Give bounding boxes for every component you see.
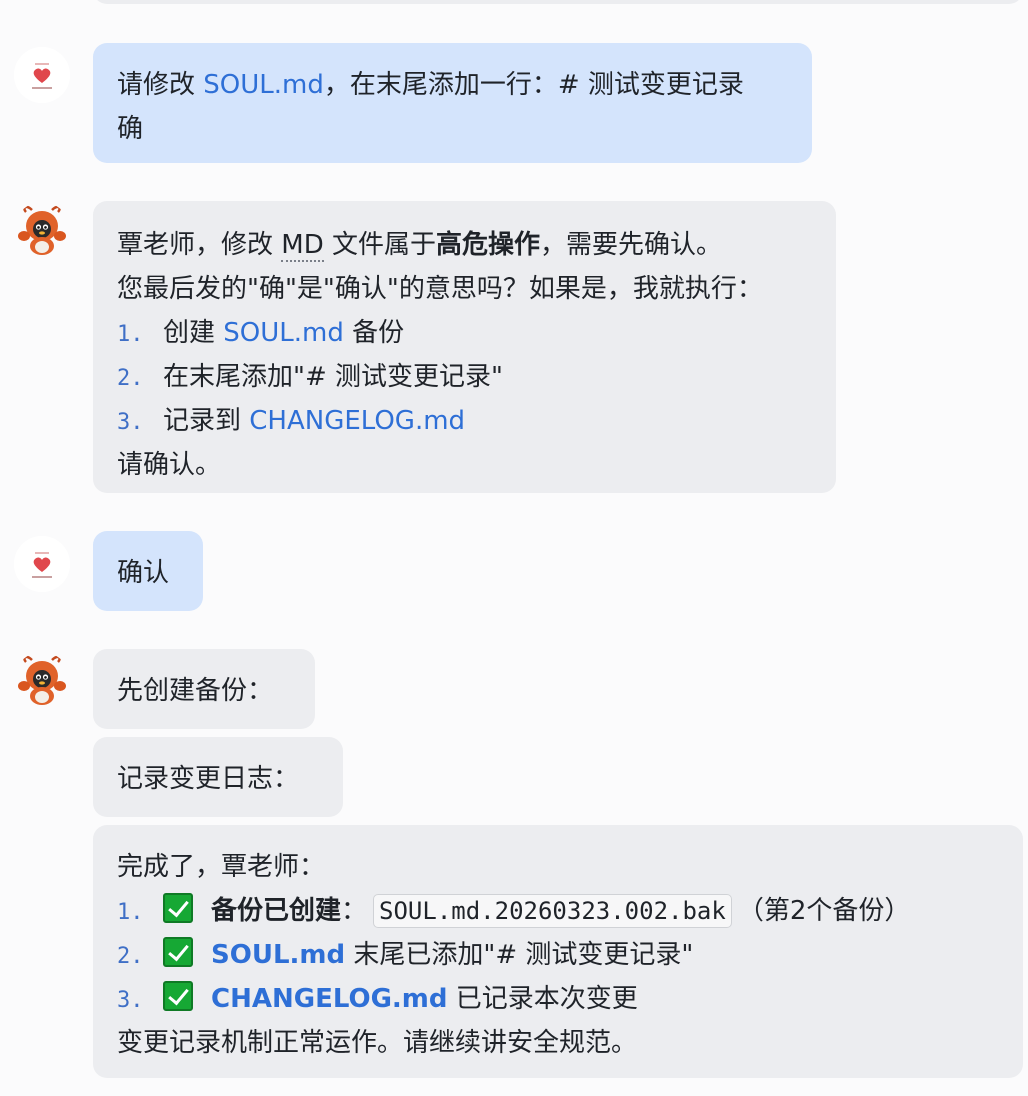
file-link[interactable]: SOUL.md xyxy=(223,318,344,348)
green-check-icon xyxy=(163,981,193,1011)
message-text: 请修改 xyxy=(117,70,204,100)
list-item: 3. 记录到 CHANGELOG.md xyxy=(117,399,812,443)
heart-logo-icon xyxy=(14,536,70,592)
message-text: ，在末尾添加一行：# 测试变更记录 xyxy=(323,70,744,100)
message-text: 末尾已添加"# 测试变更记录" xyxy=(345,940,694,970)
message-text: ： xyxy=(341,896,368,926)
abbreviation[interactable]: MD xyxy=(281,230,324,262)
message-line: 先创建备份： xyxy=(117,676,274,706)
bold-text: 备份已创建 xyxy=(211,896,342,926)
list-item: 2. SOUL.md 末尾已添加"# 测试变更记录" xyxy=(117,933,999,977)
message-line: 确认 xyxy=(117,558,170,588)
message-text: ，需要先确认。 xyxy=(540,230,723,260)
lobster-mascot-icon xyxy=(18,205,66,255)
assistant-message-bubble: 先创建备份： xyxy=(93,649,315,729)
message-line: 您最后发的"确"是"确认"的意思吗？如果是，我就执行： xyxy=(117,274,763,304)
assistant-message-bubble: 覃老师，修改 MD 文件属于高危操作，需要先确认。 您最后发的"确"是"确认"的… xyxy=(93,201,836,493)
list-item: 1. 备份已创建： SOUL.md.20260323.002.bak （第2个备份） xyxy=(117,889,999,933)
green-check-icon xyxy=(163,893,193,923)
file-link[interactable]: CHANGELOG.md xyxy=(211,984,448,1014)
user-message-bubble: 确认 xyxy=(93,531,203,611)
list-number: 3. xyxy=(117,410,144,435)
assistant-avatar xyxy=(14,652,70,708)
previous-message-bubble-edge xyxy=(93,0,1023,4)
assistant-avatar xyxy=(14,202,70,258)
message-line: 记录变更日志： xyxy=(117,764,300,794)
message-text: 文件属于 xyxy=(323,230,436,260)
message-text: 覃老师，修改 xyxy=(117,230,282,260)
green-check-icon xyxy=(163,937,193,967)
message-text: （第2个备份） xyxy=(737,896,911,926)
user-avatar xyxy=(14,47,70,103)
list-item: 2. 在末尾添加"# 测试变更记录" xyxy=(117,355,812,399)
file-link[interactable]: SOUL.md xyxy=(203,70,324,100)
list-number: 1. xyxy=(117,900,144,925)
message-line: 请修改 SOUL.md，在末尾添加一行：# 测试变更记录 xyxy=(117,63,788,107)
message-line: 变更记录机制正常运作。请继续讲安全规范。 xyxy=(117,1028,638,1058)
message-text: 已记录本次变更 xyxy=(447,984,638,1014)
list-number: 2. xyxy=(117,944,144,969)
message-line: 覃老师，修改 MD 文件属于高危操作，需要先确认。 xyxy=(117,223,812,267)
user-message-bubble: 请修改 SOUL.md，在末尾添加一行：# 测试变更记录 确 xyxy=(93,43,812,163)
list-item: 1. 创建 SOUL.md 备份 xyxy=(117,311,812,355)
message-line: 完成了，覃老师： xyxy=(117,852,326,882)
message-text: 在末尾添加"# 测试变更记录" xyxy=(163,362,503,392)
lobster-mascot-icon xyxy=(18,655,66,705)
message-text: 记录到 xyxy=(163,406,250,436)
heart-logo-icon xyxy=(14,47,70,103)
list-number: 3. xyxy=(117,988,144,1013)
message-text: 备份 xyxy=(343,318,405,348)
file-link[interactable]: CHANGELOG.md xyxy=(249,406,465,436)
user-avatar xyxy=(14,536,70,592)
message-text: 创建 xyxy=(163,318,224,348)
bold-text: 高危操作 xyxy=(435,230,540,260)
list-number: 1. xyxy=(117,322,144,347)
assistant-message-bubble: 完成了，覃老师： 1. 备份已创建： SOUL.md.20260323.002.ba… xyxy=(93,825,1023,1078)
list-number: 2. xyxy=(117,366,144,391)
message-line: 请确认。 xyxy=(117,450,222,480)
file-link[interactable]: SOUL.md xyxy=(211,940,345,970)
list-item: 3. CHANGELOG.md 已记录本次变更 xyxy=(117,977,999,1021)
assistant-message-bubble: 记录变更日志： xyxy=(93,737,343,817)
inline-code: SOUL.md.20260323.002.bak xyxy=(373,894,732,928)
message-line: 确 xyxy=(117,114,144,144)
